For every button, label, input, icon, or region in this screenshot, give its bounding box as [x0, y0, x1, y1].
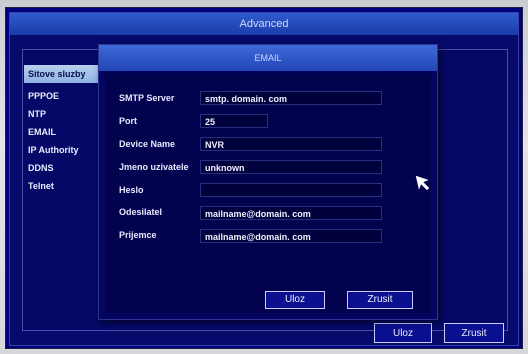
smtp-server-input[interactable]: smtp. domain. com	[200, 91, 382, 105]
sender-input[interactable]: mailname@domain. com	[200, 206, 382, 220]
password-label: Heslo	[119, 185, 144, 195]
username-input[interactable]: unknown	[200, 160, 382, 174]
recipient-label: Prijemce	[119, 230, 157, 240]
device-name-label: Device Name	[119, 139, 176, 149]
sidebar-item-ntp[interactable]: NTP	[28, 107, 46, 121]
sidebar-item-pppoe[interactable]: PPPOE	[28, 89, 59, 103]
username-label: Jmeno uzivatele	[119, 162, 189, 172]
advanced-save-button[interactable]: Uloz	[374, 323, 432, 343]
port-label: Port	[119, 116, 137, 126]
recipient-input[interactable]: mailname@domain. com	[200, 229, 382, 243]
sidebar-item-telnet[interactable]: Telnet	[28, 179, 54, 193]
advanced-title: Advanced	[10, 13, 518, 35]
email-dialog-body: SMTP Server smtp. domain. com Port 25 De…	[105, 73, 431, 313]
email-save-button[interactable]: Uloz	[265, 291, 325, 309]
sidebar-item-email[interactable]: EMAIL	[28, 125, 56, 139]
mouse-pointer-icon	[414, 174, 432, 192]
port-input[interactable]: 25	[200, 114, 268, 128]
device-name-input[interactable]: NVR	[200, 137, 382, 151]
sidebar-item-ip-authority[interactable]: IP Authority	[28, 143, 79, 157]
advanced-cancel-button[interactable]: Zrusit	[444, 323, 504, 343]
smtp-server-label: SMTP Server	[119, 93, 175, 103]
sidebar-item-ddns[interactable]: DDNS	[28, 161, 54, 175]
email-dialog: EMAIL SMTP Server smtp. domain. com Port…	[98, 44, 438, 320]
email-cancel-button[interactable]: Zrusit	[347, 291, 413, 309]
sender-label: Odesilatel	[119, 207, 163, 217]
password-input[interactable]	[200, 183, 382, 197]
email-dialog-title: EMAIL	[99, 45, 437, 71]
